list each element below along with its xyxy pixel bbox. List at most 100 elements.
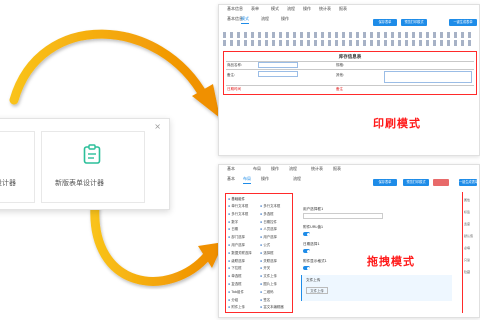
- subtab-flow[interactable]: 流程: [261, 16, 269, 22]
- property-item[interactable]: 必填: [464, 246, 470, 250]
- new-form-designer-option[interactable]: 新版表单设计器: [41, 131, 145, 203]
- generate-form-button-2[interactable]: 一键生成表单: [459, 179, 477, 186]
- tab-flow-2[interactable]: 流程: [289, 166, 297, 172]
- component-item[interactable]: Tab组件: [228, 289, 244, 294]
- component-palette[interactable]: 基础组件 单行文本框多行文本框数字日期部门选择用户选择数据关联选择级联选择下拉框…: [225, 193, 293, 313]
- selected-field-block[interactable]: 文件上传 文件上传: [301, 275, 452, 301]
- print-form-area[interactable]: 库存信息表 商品名称: 规格: 备注: 其他: 日期时间 备注: [223, 51, 477, 95]
- component-item[interactable]: 下拉框: [228, 265, 241, 270]
- user-select-field[interactable]: [303, 213, 383, 219]
- field-label-upload: 文件上传: [306, 278, 321, 282]
- component-item[interactable]: 多行文本框: [228, 211, 248, 216]
- component-item[interactable]: 签名: [260, 297, 270, 302]
- tab-form[interactable]: 表单: [251, 6, 259, 12]
- red-field-date: 日期时间: [227, 87, 241, 91]
- field-label-note: 备注:: [227, 73, 236, 77]
- format-toggle[interactable]: [303, 266, 310, 270]
- component-item[interactable]: 附件上传: [228, 304, 245, 309]
- subtab-layout-2[interactable]: 布局: [243, 176, 251, 184]
- component-item[interactable]: 公式: [260, 242, 270, 247]
- attach-toggle[interactable]: [303, 232, 310, 236]
- other-input[interactable]: [384, 71, 472, 83]
- new-designer-label: 新版表单设计器: [55, 179, 104, 187]
- drag-mode-label: 拖拽模式: [367, 255, 415, 268]
- designer-picker-dialog: × 设计器 新版表单设计器: [0, 118, 170, 210]
- subtab-basic-2[interactable]: 基本: [227, 176, 235, 182]
- component-item[interactable]: 数据关联选择: [228, 250, 251, 255]
- component-item[interactable]: 分组: [228, 297, 238, 302]
- component-item[interactable]: 级联选择: [228, 258, 245, 263]
- field-label-user: 用户选择框1: [303, 207, 324, 211]
- component-item[interactable]: 人员选择: [260, 226, 277, 231]
- lower-arrow: [90, 200, 224, 286]
- name-input[interactable]: [258, 62, 298, 68]
- field-label-name: 商品名称:: [227, 63, 243, 67]
- upper-arrow: [9, 29, 220, 118]
- component-item[interactable]: 文件上传: [260, 273, 277, 278]
- drag-tabs: 基本 布局 操作 流程 统计表 报表: [219, 165, 479, 174]
- field-label-spec: 规格:: [336, 63, 345, 67]
- component-item[interactable]: 开关: [260, 265, 270, 270]
- component-item[interactable]: 数字: [228, 219, 238, 224]
- tab-mode[interactable]: 模式: [271, 6, 279, 12]
- subtab-flow-2[interactable]: 流程: [293, 176, 301, 182]
- preview-print-button-2[interactable]: 预览打印模式: [403, 179, 429, 186]
- doc-title: 库存信息表: [338, 55, 362, 60]
- component-item[interactable]: 单行文本框: [228, 203, 248, 208]
- property-item[interactable]: 只读: [464, 258, 470, 262]
- tab-layout-2[interactable]: 布局: [253, 166, 261, 172]
- component-item[interactable]: 关联选择: [260, 258, 277, 263]
- save-form-button[interactable]: 保存表单: [373, 19, 397, 26]
- tab-stats-2[interactable]: 统计表: [311, 166, 323, 172]
- save-form-button-2[interactable]: 保存表单: [373, 179, 397, 186]
- property-item[interactable]: 宽度: [464, 222, 470, 226]
- tab-flow[interactable]: 流程: [287, 6, 295, 12]
- date-toggle[interactable]: [303, 249, 310, 253]
- component-item[interactable]: 图片上传: [260, 281, 277, 286]
- tab-report[interactable]: 报表: [339, 6, 347, 12]
- property-item[interactable]: 隐藏: [464, 270, 470, 274]
- preview-print-button[interactable]: 预览打印模式: [401, 19, 427, 26]
- field-label-date: 日期选择1: [303, 242, 320, 246]
- old-designer-option[interactable]: 设计器: [0, 131, 35, 203]
- component-item[interactable]: 选择框: [260, 250, 273, 255]
- tab-report-2[interactable]: 报表: [333, 166, 341, 172]
- component-item[interactable]: 部门选择: [228, 234, 245, 239]
- drag-mode-screenshot: 基本 布局 操作 流程 统计表 报表 基本 布局 操作 流程 保存表单 预览打印…: [218, 164, 480, 318]
- tab-basic[interactable]: 基本信息: [227, 6, 243, 12]
- red-field-note: 备注: [336, 87, 343, 91]
- field-label-attach: 附件URL值1: [303, 225, 324, 229]
- field-label-format: 附件显示格式1: [303, 259, 327, 263]
- subtab-operation[interactable]: 操作: [281, 16, 289, 22]
- tab-operation-2[interactable]: 操作: [271, 166, 279, 172]
- print-mode-label: 印刷模式: [373, 117, 421, 130]
- component-item[interactable]: 单选框: [228, 273, 241, 278]
- property-item[interactable]: 标签: [464, 210, 470, 214]
- property-item[interactable]: 属性: [464, 198, 470, 202]
- component-item[interactable]: 复选框: [228, 281, 241, 286]
- properties-panel[interactable]: 属性标签宽度默认值必填只读隐藏: [462, 192, 477, 313]
- old-designer-label: 设计器: [0, 179, 16, 187]
- component-item[interactable]: 日期控件: [260, 219, 277, 224]
- component-item[interactable]: 二维码: [260, 289, 273, 294]
- form-clipboard-icon: [83, 144, 101, 164]
- subtab-operation-2[interactable]: 操作: [261, 176, 269, 182]
- subtab-mode[interactable]: 模式: [241, 16, 249, 24]
- tab-stats[interactable]: 统计表: [319, 6, 331, 12]
- component-item[interactable]: 用户选择: [260, 234, 277, 239]
- close-icon[interactable]: ×: [154, 122, 161, 131]
- field-label-other: 其他:: [336, 73, 345, 77]
- upload-button[interactable]: 文件上传: [306, 287, 328, 294]
- component-item[interactable]: 富文本编辑器: [260, 304, 283, 309]
- generate-form-button[interactable]: 一键生成表单: [449, 19, 477, 26]
- red-action-button[interactable]: [433, 179, 449, 186]
- editor-toolbar[interactable]: [223, 30, 475, 50]
- component-item[interactable]: 用户选择: [228, 242, 245, 247]
- tab-basic-2[interactable]: 基本: [227, 166, 235, 172]
- component-item[interactable]: 多选框: [260, 211, 273, 216]
- tab-operation[interactable]: 操作: [303, 6, 311, 12]
- property-item[interactable]: 默认值: [464, 234, 473, 238]
- component-item[interactable]: 日期: [228, 226, 238, 231]
- component-item[interactable]: 多行文本框: [260, 203, 280, 208]
- note-input[interactable]: [258, 71, 298, 77]
